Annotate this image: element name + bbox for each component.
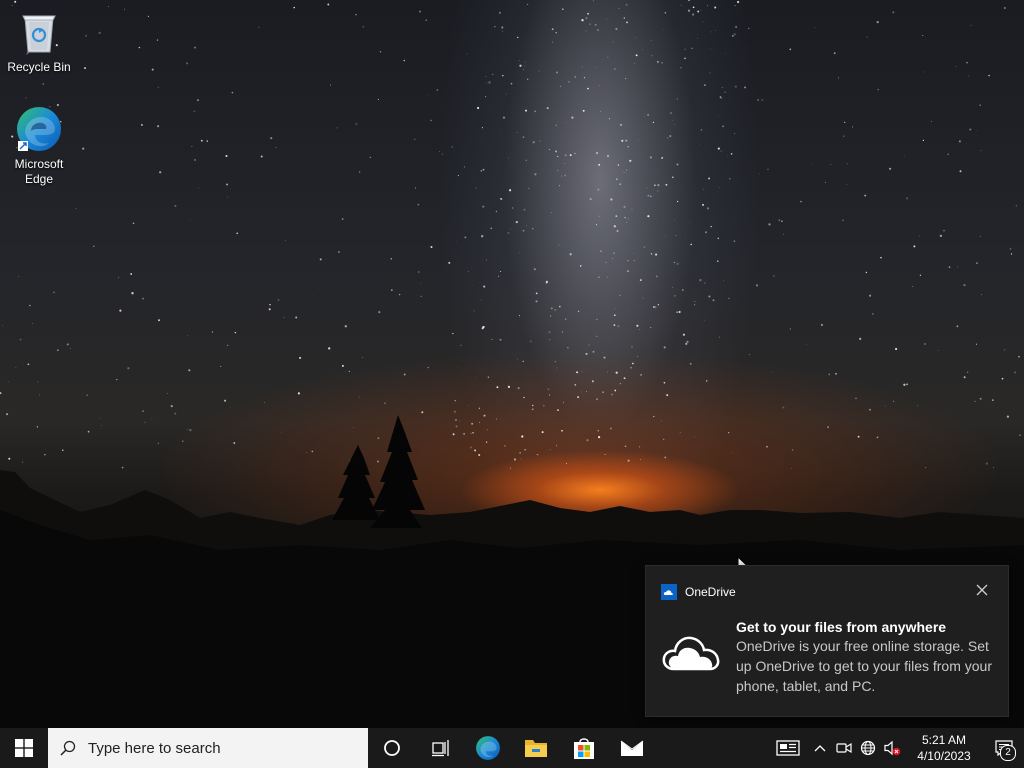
taskbar-file-explorer-button[interactable] (512, 728, 560, 768)
edge-icon (17, 107, 61, 151)
mail-icon (620, 740, 644, 756)
desktop-icon-recycle-bin[interactable]: Recycle Bin (1, 8, 77, 75)
close-icon[interactable] (974, 582, 990, 598)
onedrive-toast-notification[interactable]: OneDrive Get to your files from anywhere… (645, 565, 1009, 717)
system-tray: 5:21 AM 4/10/2023 2 (768, 728, 1024, 768)
desktop-icon-label: Microsoft Edge (14, 157, 64, 186)
taskbar-clock[interactable]: 5:21 AM 4/10/2023 (910, 732, 978, 764)
onedrive-app-icon (661, 584, 677, 600)
news-icon (776, 740, 800, 756)
store-icon (574, 738, 594, 759)
task-view-icon (432, 740, 449, 757)
network-button[interactable] (856, 728, 880, 768)
task-view-button[interactable] (416, 728, 464, 768)
show-hidden-icons-button[interactable] (808, 728, 832, 768)
windows-logo-icon (15, 739, 33, 757)
toast-app-name: OneDrive (685, 585, 736, 599)
toast-message: OneDrive is your free online storage. Se… (736, 638, 992, 694)
edge-icon (476, 736, 500, 760)
meet-now-button[interactable] (832, 728, 856, 768)
desktop-background: Recycle Bin Microsoft Edge OneDrive Get … (0, 0, 1024, 728)
toast-body: Get to your files from anywhere OneDrive… (736, 618, 996, 696)
volume-muted-icon (884, 740, 901, 756)
news-and-interests-button[interactable] (768, 728, 808, 768)
file-explorer-icon (525, 740, 547, 757)
taskbar-search-box[interactable] (48, 728, 368, 768)
toast-title: Get to your files from anywhere (736, 619, 947, 635)
chevron-up-icon (814, 745, 826, 752)
toast-header: OneDrive (661, 584, 736, 600)
search-icon (60, 740, 76, 756)
notification-count-badge: 2 (1000, 745, 1016, 761)
taskbar-edge-button[interactable] (464, 728, 512, 768)
cloud-icon (662, 636, 720, 671)
clock-date: 4/10/2023 (917, 749, 971, 763)
taskbar-store-button[interactable] (560, 728, 608, 768)
desktop-icon-label: Recycle Bin (7, 60, 71, 74)
globe-icon (860, 740, 876, 756)
search-input[interactable] (86, 738, 350, 758)
desktop-icon-microsoft-edge[interactable]: Microsoft Edge (1, 105, 77, 187)
volume-button[interactable] (880, 728, 904, 768)
recycle-bin-icon (22, 15, 56, 53)
action-center-button[interactable]: 2 (984, 728, 1024, 768)
meet-now-icon (836, 742, 852, 754)
taskbar: 5:21 AM 4/10/2023 2 (0, 728, 1024, 768)
cortana-icon (384, 740, 400, 756)
cortana-button[interactable] (368, 728, 416, 768)
taskbar-mail-button[interactable] (608, 728, 656, 768)
start-button[interactable] (0, 728, 48, 768)
clock-time: 5:21 AM (921, 733, 967, 747)
